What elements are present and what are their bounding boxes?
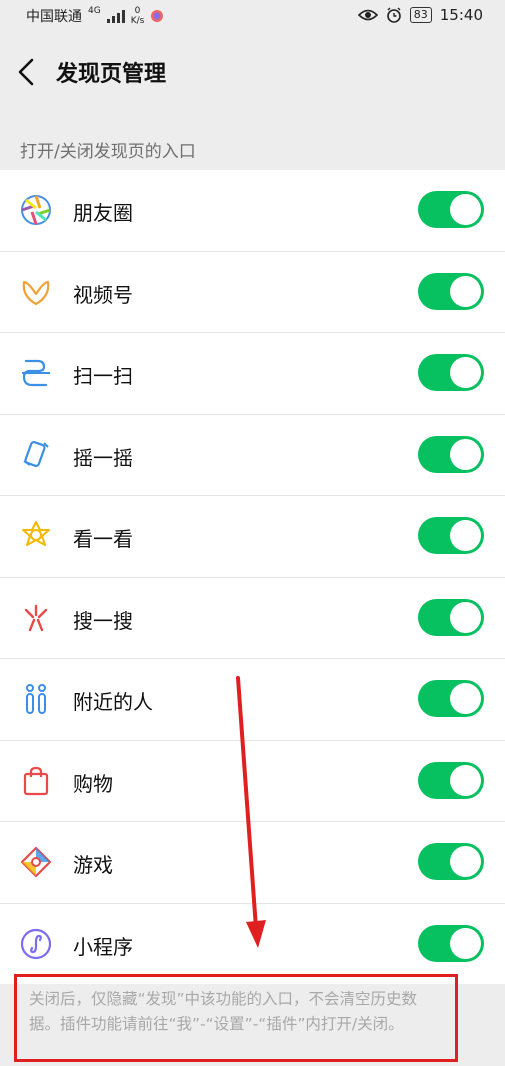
list-item-label: 看一看 [73, 527, 133, 551]
toggle-knob [450, 683, 481, 714]
carrier-label: 中国联通 [26, 9, 82, 25]
list-item-label: 小程序 [73, 934, 133, 959]
list-item-top-stories: 看一看 [0, 496, 505, 578]
toggle-switch[interactable] [418, 191, 484, 228]
network-speed: 0 K/s [131, 6, 145, 26]
status-right: 83 15:40 [357, 6, 483, 24]
toggle-switch[interactable] [418, 598, 484, 636]
search-icon [24, 604, 48, 631]
games-icon [20, 846, 52, 878]
discover-entry-list: 朋友圈 视频号 扫一扫 摇一摇 看一看 搜一搜 附近的人 购物 游戏 小程序 [0, 170, 505, 984]
toggle-switch[interactable] [418, 354, 484, 391]
toggle-knob [450, 927, 481, 959]
toggle-knob [450, 194, 481, 225]
toggle-switch[interactable] [418, 680, 484, 717]
channels-icon [22, 280, 50, 305]
list-item-label: 搜一搜 [73, 608, 133, 633]
eye-icon [357, 9, 378, 21]
clock: 15:40 [439, 6, 483, 24]
list-item-channels: 视频号 [0, 252, 505, 333]
back-button[interactable] [12, 52, 42, 92]
chevron-left-icon [18, 58, 34, 86]
speed-unit: K/s [130, 16, 145, 26]
footer-note: 关闭后，仅隐藏“发现”中该功能的入口，不会清空历史数据。插件功能请前往“我”-“… [14, 974, 458, 1062]
page-title: 发现页管理 [56, 62, 167, 87]
status-left: 中国联通 4G 0 K/s [26, 6, 164, 26]
section-label: 打开/关闭发现页的入口 [20, 142, 196, 162]
shopping-icon [23, 766, 49, 795]
toggle-switch[interactable] [418, 843, 484, 880]
toggle-switch[interactable] [418, 435, 484, 473]
list-item-search: 搜一搜 [0, 578, 505, 659]
toggle-knob [450, 520, 481, 551]
app-notification-icon [151, 10, 164, 22]
toggle-knob [450, 601, 481, 633]
list-item-mini-programs: 小程序 [0, 904, 505, 985]
list-item-shopping: 购物 [0, 741, 505, 822]
toggle-switch[interactable] [418, 761, 484, 799]
toggle-knob [450, 764, 481, 796]
list-item-label: 附近的人 [73, 690, 153, 714]
list-item-moments: 朋友圈 [0, 170, 505, 252]
toggle-knob [450, 846, 481, 877]
scan-icon [22, 359, 50, 387]
moments-icon [21, 195, 51, 225]
list-item-shake: 摇一摇 [0, 415, 505, 496]
network-type: 4G [88, 6, 101, 16]
list-item-label: 视频号 [73, 282, 133, 307]
speed-value: 0 [134, 6, 141, 16]
navigation-bar: 发现页管理 [0, 34, 505, 110]
list-item-label: 朋友圈 [73, 201, 133, 225]
list-item-label: 购物 [73, 771, 113, 796]
status-bar: 中国联通 4G 0 K/s 83 15:40 [0, 0, 505, 34]
toggle-knob [450, 357, 481, 388]
list-item-label: 摇一摇 [73, 445, 133, 470]
list-item-scan: 扫一扫 [0, 333, 505, 415]
people-nearby-icon [26, 684, 46, 714]
toggle-switch[interactable] [418, 924, 484, 962]
list-item-games: 游戏 [0, 822, 505, 904]
list-item-label: 游戏 [73, 853, 113, 877]
toggle-switch[interactable] [418, 272, 484, 310]
battery-indicator: 83 [409, 7, 432, 23]
signal-icon [106, 9, 125, 23]
top-stories-icon [22, 521, 50, 546]
toggle-knob [450, 275, 481, 307]
shake-icon [23, 440, 49, 467]
alarm-icon [386, 7, 401, 23]
list-item-label: 扫一扫 [73, 364, 133, 388]
mini-programs-icon [20, 928, 52, 959]
toggle-knob [450, 438, 481, 470]
toggle-switch[interactable] [418, 517, 484, 554]
list-item-people-nearby: 附近的人 [0, 659, 505, 741]
